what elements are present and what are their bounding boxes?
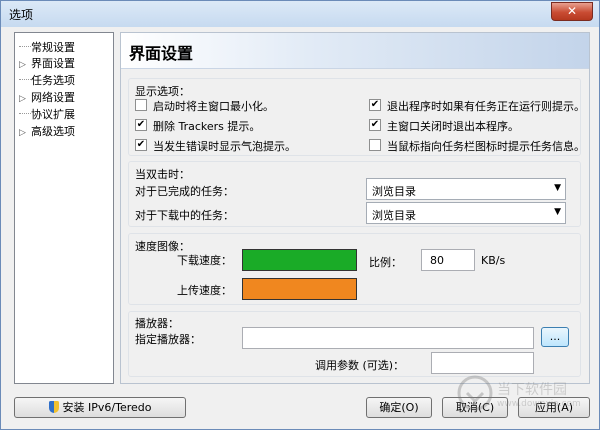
watermark: 当下软件园 www.downxia.com [453,371,583,426]
install-ipv6-button[interactable]: 安装 IPv6/Teredo [14,397,186,418]
browse-player-button[interactable]: ... [541,327,569,347]
checkbox-tray-tooltip[interactable] [369,139,381,151]
tree-connector-icon [19,106,31,114]
tree-item-label: 高级选项 [31,125,75,138]
panel-header: 界面设置 [121,33,589,69]
tree-item-network[interactable]: ▷ 网络设置 [19,89,75,105]
double-click-heading: 当双击时： [135,168,190,181]
expand-arrow-icon[interactable]: ▷ [19,60,31,70]
params-label: 调用参数 (可选)： [315,359,405,372]
checkbox-exit-running-prompt[interactable]: ✔ [369,99,381,111]
checkbox-label: 主窗口关闭时退出本程序。 [387,120,519,133]
display-options-heading: 显示选项： [135,85,190,98]
checkbox-label: 退出程序时如果有任务正在运行则提示。 [387,100,585,113]
download-color-swatch[interactable] [242,249,357,271]
ok-button[interactable]: 确定(O) [366,397,432,418]
player-label: 指定播放器： [135,333,201,346]
watermark-url: www.downxia.com [497,399,581,409]
checkbox-label: 当鼠标指向任务栏图标时提示任务信息。 [387,140,585,153]
dropdown-arrow-icon: ▼ [554,207,561,217]
scale-input[interactable]: 80 [421,249,475,271]
tree-item-label: 界面设置 [31,57,75,70]
tree-item-label: 任务选项 [31,74,75,87]
display-options-group: 显示选项： 启动时将主窗口最小化。 ✔ 删除 Trackers 提示。 ✔ 当发… [128,78,585,156]
scale-value: 80 [430,254,444,267]
checkbox-error-balloon[interactable]: ✔ [135,139,147,151]
tree-item-protocol[interactable]: 协议扩展 [19,106,75,122]
tree-item-interface[interactable]: ▷ 界面设置 [19,55,75,71]
tree-item-general[interactable]: 常规设置 [19,39,75,55]
install-ipv6-label: 安装 IPv6/Teredo [62,401,152,414]
checkbox-label: 启动时将主窗口最小化。 [153,100,274,113]
tree-connector-icon [19,72,31,80]
download-speed-label: 下载速度： [177,254,232,267]
expand-arrow-icon[interactable]: ▷ [19,128,31,138]
tree-item-label: 常规设置 [31,41,75,54]
watermark-text: 当下软件园 [497,382,567,398]
checkbox-delete-trackers-prompt[interactable]: ✔ [135,119,147,131]
tree-item-advanced[interactable]: ▷ 高级选项 [19,123,75,139]
checkbox-minimize-on-start[interactable] [135,99,147,111]
panel-title: 界面设置 [129,44,194,63]
tree-item-label: 协议扩展 [31,108,75,121]
player-group: 播放器： 指定播放器： ... 调用参数 (可选)： [128,311,581,377]
scale-unit: KB/s [481,254,506,267]
tree-item-task[interactable]: 任务选项 [19,72,75,88]
tree-item-label: 网络设置 [31,91,75,104]
completed-task-select[interactable]: 浏览目录 ▼ [366,178,566,200]
downloading-task-select[interactable]: 浏览目录 ▼ [366,202,566,224]
shield-icon [48,401,59,413]
settings-panel: 界面设置 显示选项： 启动时将主窗口最小化。 ✔ 删除 Trackers 提示。… [120,32,590,384]
select-value: 浏览目录 [372,185,416,198]
settings-tree: 常规设置 ▷ 界面设置 任务选项 ▷ 网络设置 协议扩展 ▷ 高级选项 [14,32,114,384]
dropdown-arrow-icon: ▼ [554,183,561,193]
upload-color-swatch[interactable] [242,278,357,300]
close-button[interactable]: ✕ [551,2,593,21]
checkbox-exit-on-close[interactable]: ✔ [369,119,381,131]
select-value: 浏览目录 [372,209,416,222]
tree-connector-icon [19,39,31,47]
completed-task-label: 对于已完成的任务： [135,185,234,198]
window-title: 选项 [9,8,34,22]
speed-graph-group: 速度图像： 下载速度： 比例： 80 KB/s 上传速度： [128,233,581,305]
player-heading: 播放器： [135,317,179,330]
downloading-task-label: 对于下载中的任务： [135,209,234,222]
options-dialog: 选项 ✕ 常规设置 ▷ 界面设置 任务选项 ▷ 网络设置 协议扩展 ▷ 高级选项 界面… [0,0,600,430]
player-path-input[interactable] [242,327,534,349]
checkbox-label: 当发生错误时显示气泡提示。 [153,140,296,153]
title-bar: 选项 ✕ [1,1,599,27]
upload-speed-label: 上传速度： [177,284,232,297]
expand-arrow-icon[interactable]: ▷ [19,94,31,104]
checkbox-label: 删除 Trackers 提示。 [153,120,261,133]
scale-label: 比例： [369,256,402,269]
double-click-group: 当双击时： 对于已完成的任务： 浏览目录 ▼ 对于下载中的任务： 浏览目录 ▼ [128,161,581,227]
